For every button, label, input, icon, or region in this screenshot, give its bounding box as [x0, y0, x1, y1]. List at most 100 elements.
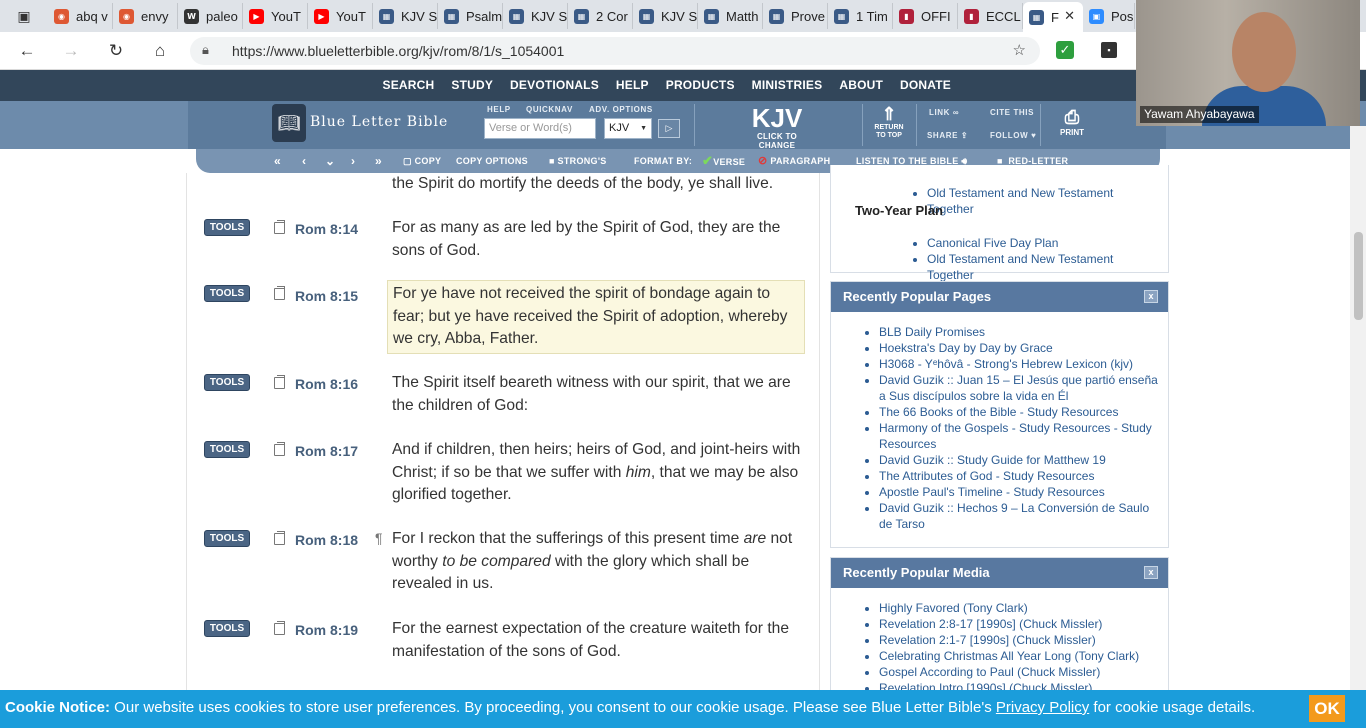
browser-tab[interactable]: ▮ OFFI [893, 3, 958, 29]
tools-button[interactable]: TOOLS [204, 374, 250, 391]
close-icon[interactable]: x [1144, 290, 1158, 303]
version-select[interactable]: KJV ▼ [604, 118, 652, 139]
verse-format-option[interactable]: ✔VERSE [702, 149, 745, 173]
help-link[interactable]: HELP [487, 105, 511, 114]
browser-tab[interactable]: ▦ KJV S [373, 3, 438, 29]
address-bar[interactable]: 🔒︎ https://www.blueletterbible.org/kjv/r… [190, 37, 1040, 65]
popular-page-link[interactable]: Harmony of the Gospels - Study Resources… [879, 420, 1158, 452]
nav-study[interactable]: STUDY [443, 70, 502, 101]
verse-ref[interactable]: Rom 8:18 [295, 532, 358, 548]
copy-verse-icon[interactable] [274, 220, 285, 234]
privacy-policy-link[interactable]: Privacy Policy [996, 699, 1089, 716]
popular-media-link[interactable]: Highly Favored (Tony Clark) [879, 600, 1158, 616]
share-button[interactable]: SHARE ⇪ [927, 131, 968, 140]
nav-devotionals[interactable]: DEVOTIONALS [502, 70, 608, 101]
tools-button[interactable]: TOOLS [204, 441, 250, 458]
favorite-star-icon[interactable]: ☆ [1013, 41, 1026, 59]
browser-tab[interactable]: ▶ YouT [308, 3, 373, 29]
nav-products[interactable]: PRODUCTS [657, 70, 743, 101]
next-chapter-icon[interactable]: › [351, 149, 355, 173]
cite-this-button[interactable]: CITE THIS [990, 108, 1034, 117]
nav-donate[interactable]: DONATE [892, 70, 960, 101]
browser-tab[interactable]: ▮ ECCL [958, 3, 1023, 29]
tab-actions-icon[interactable]: ▣ [6, 4, 42, 28]
tools-button[interactable]: TOOLS [204, 285, 250, 302]
verse-ref[interactable]: Rom 8:17 [295, 443, 358, 459]
print-button[interactable]: ⎙ PRINT [1052, 106, 1092, 137]
popular-page-link[interactable]: H3068 - Yᵉhôvâ - Strong's Hebrew Lexicon… [879, 356, 1158, 372]
popular-page-link[interactable]: BLB Daily Promises [879, 324, 1158, 340]
popular-page-link[interactable]: David Guzik :: Juan 15 – El Jesús que pa… [879, 372, 1158, 404]
plan-link[interactable]: Canonical Five Day Plan [927, 235, 1158, 251]
browser-tab[interactable]: ▦ 2 Cor [568, 3, 633, 29]
nav-help[interactable]: HELP [607, 70, 657, 101]
plan-link[interactable]: Old Testament and New Testament Together [927, 251, 1158, 283]
browser-tab[interactable]: ▶ YouT [243, 3, 308, 29]
popular-page-link[interactable]: The 66 Books of the Bible - Study Resour… [879, 404, 1158, 420]
close-tab-icon[interactable]: ✕ [1064, 8, 1075, 24]
copy-options-button[interactable]: COPY OPTIONS [456, 149, 528, 173]
copy-button[interactable]: ▢ COPY [403, 149, 441, 173]
verse-ref[interactable]: Rom 8:16 [295, 376, 358, 392]
verse-ref[interactable]: Rom 8:19 [295, 622, 358, 638]
popular-media-link[interactable]: Revelation 2:1-7 [1990s] (Chuck Missler) [879, 632, 1158, 648]
extension-icon[interactable]: ▪ [1101, 42, 1117, 58]
copy-verse-icon[interactable] [274, 531, 285, 545]
page-scrollbar[interactable] [1350, 126, 1366, 693]
quicknav-search-input[interactable]: Verse or Word(s) [484, 118, 596, 139]
nav-ministries[interactable]: MINISTRIES [743, 70, 831, 101]
browser-tab[interactable]: ▣ Pos [1083, 3, 1135, 29]
popular-page-link[interactable]: Hoekstra's Day by Day by Grace [879, 340, 1158, 356]
strongs-toggle[interactable]: ■ STRONG'S [549, 149, 607, 173]
scrollbar-thumb[interactable] [1354, 232, 1363, 320]
popular-media-link[interactable]: Gospel According to Paul (Chuck Missler) [879, 664, 1158, 680]
browser-tab[interactable]: ▦ 1 Tim [828, 3, 893, 29]
close-icon[interactable]: x [1144, 566, 1158, 579]
browser-tab[interactable]: ◉ abq v [48, 3, 113, 29]
follow-button[interactable]: FOLLOW ♥ [990, 131, 1036, 140]
back-icon[interactable]: ← [14, 39, 40, 63]
popular-page-link[interactable]: The Attributes of God - Study Resources [879, 468, 1158, 484]
adv-options-link[interactable]: ADV. OPTIONS [589, 105, 653, 114]
copy-verse-icon[interactable] [274, 286, 285, 300]
copy-verse-icon[interactable] [274, 442, 285, 456]
popular-media-link[interactable]: Celebrating Christmas All Year Long (Ton… [879, 648, 1158, 664]
popular-page-link[interactable]: Apostle Paul's Timeline - Study Resource… [879, 484, 1158, 500]
browser-tab[interactable]: ▦ Prove [763, 3, 828, 29]
last-chapter-icon[interactable]: » [375, 149, 382, 173]
verse-ref[interactable]: Rom 8:14 [295, 221, 358, 237]
plan-link[interactable]: Old Testament and New Testament Together [927, 185, 1158, 217]
browser-tab[interactable]: ▦ KJV S [503, 3, 568, 29]
nav-about[interactable]: ABOUT [831, 70, 892, 101]
verse-ref[interactable]: Rom 8:15 [295, 288, 358, 304]
nav-search[interactable]: SEARCH [374, 70, 443, 101]
tools-button[interactable]: TOOLS [204, 530, 250, 547]
tools-button[interactable]: TOOLS [204, 219, 250, 236]
browser-tab[interactable]: ▦ F ✕ [1023, 2, 1083, 32]
url-text[interactable]: https://www.blueletterbible.org/kjv/rom/… [232, 43, 564, 59]
return-to-top-button[interactable]: ⇑ RETURN TO TOP [870, 104, 908, 140]
popular-media-link[interactable]: Revelation 2:8-17 [1990s] (Chuck Missler… [879, 616, 1158, 632]
blb-logo[interactable]: 📖︎ Blue Letter Bible [272, 104, 457, 142]
link-button[interactable]: LINK ∞ [929, 108, 959, 117]
browser-tab[interactable]: ▦ Matth [698, 3, 763, 29]
popular-page-link[interactable]: David Guzik :: Study Guide for Matthew 1… [879, 452, 1158, 468]
extension-check-icon[interactable]: ✓ [1056, 41, 1074, 59]
go-button[interactable]: ▷ [658, 119, 680, 138]
popular-page-link[interactable]: David Guzik :: Hechos 9 – La Conversión … [879, 500, 1158, 532]
version-switch[interactable]: KJV CLICK TO CHANGE [738, 104, 816, 150]
browser-tab[interactable]: ▦ KJV S [633, 3, 698, 29]
prev-chapter-icon[interactable]: ‹ [302, 149, 306, 173]
first-chapter-icon[interactable]: « [274, 149, 281, 173]
browser-tab[interactable]: Wpaleo [178, 3, 243, 29]
browser-tab[interactable]: ▦ Psalm [438, 3, 503, 29]
browser-tab[interactable]: ◉ envy [113, 3, 178, 29]
chapter-menu-icon[interactable]: ⌄ [325, 149, 335, 173]
copy-verse-icon[interactable] [274, 375, 285, 389]
reload-icon[interactable]: ↻ [103, 39, 129, 63]
home-icon[interactable]: ⌂ [147, 39, 173, 63]
tools-button[interactable]: TOOLS [204, 620, 250, 637]
copy-verse-icon[interactable] [274, 621, 285, 635]
paragraph-format-option[interactable]: ⊘ PARAGRAPH [758, 149, 830, 173]
cookie-ok-button[interactable]: OK [1309, 695, 1345, 722]
